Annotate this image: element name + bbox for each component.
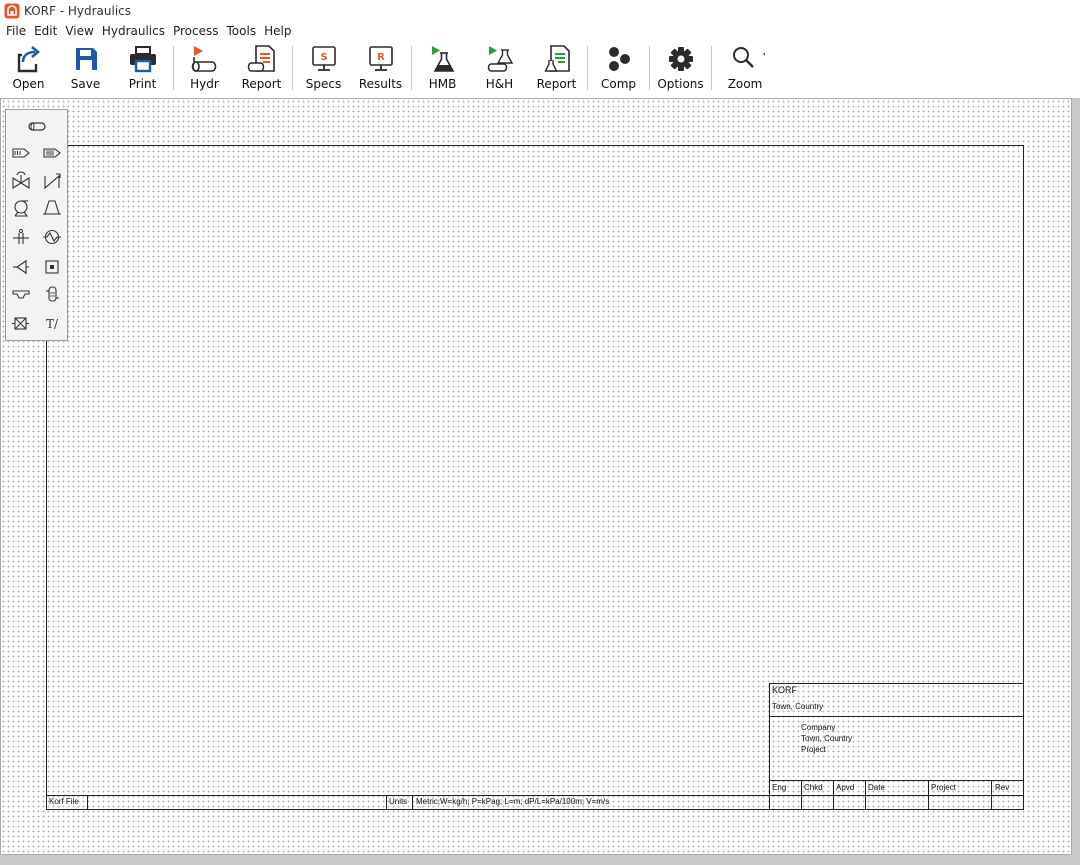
specs-icon: S	[311, 46, 336, 71]
save-icon	[75, 48, 97, 70]
client-location: Town, Country	[801, 734, 853, 743]
hydr-run-icon	[191, 46, 216, 72]
open-button[interactable]: Open	[0, 40, 57, 96]
open-label: Open	[12, 77, 45, 91]
open-icon	[17, 46, 40, 73]
units-label: Units	[389, 797, 408, 806]
hydr-label: Hydr	[190, 77, 219, 91]
zoom-magnifier-icon	[733, 47, 765, 68]
toolbar-separator	[649, 46, 650, 90]
chkd-header: Chkd	[804, 783, 823, 792]
toolbar-separator	[411, 46, 412, 90]
save-label: Save	[70, 77, 101, 91]
control-valve-icon[interactable]	[42, 171, 62, 191]
chevron-down-icon[interactable]	[763, 53, 765, 57]
menu-tools[interactable]: Tools	[223, 22, 261, 40]
process-report-button[interactable]: Report	[528, 40, 585, 96]
vertical-scroll-area[interactable]	[1072, 98, 1080, 855]
misc-equipment-icon[interactable]	[11, 313, 31, 333]
zoom-button[interactable]: Zoom	[714, 40, 776, 96]
valve-icon[interactable]	[11, 171, 31, 191]
results-icon: R	[368, 46, 393, 71]
column-icon[interactable]	[42, 284, 62, 304]
client-project: Project	[801, 745, 826, 754]
text-tool-icon[interactable]: T/	[42, 313, 62, 333]
tee-icon[interactable]	[11, 284, 31, 304]
options-button[interactable]: Options	[652, 40, 709, 96]
menu-process[interactable]: Process	[169, 22, 223, 40]
company-header-cell	[769, 683, 1024, 717]
zoom-label: Zoom	[727, 77, 763, 91]
toolbar-separator	[292, 46, 293, 90]
print-icon	[129, 46, 156, 73]
component-palette: T/	[5, 109, 68, 341]
toolbar-separator	[587, 46, 588, 90]
toolbar: Open Save Print Hydr Report S Specs R Re…	[0, 40, 1080, 96]
comp-button[interactable]: Comp	[590, 40, 647, 96]
process-report-icon	[543, 45, 570, 72]
hmb-label: HMB	[428, 77, 457, 91]
specs-letter: S	[320, 52, 327, 63]
vessel-icon[interactable]	[42, 257, 62, 277]
units-value: Metric;W=kg/h; P=kPag; L=m; dP/L=kPa/100…	[416, 797, 610, 806]
hh-run-icon	[487, 46, 513, 72]
pipe-icon[interactable]	[27, 116, 47, 136]
save-button[interactable]: Save	[57, 40, 114, 96]
menu-help[interactable]: Help	[260, 22, 295, 40]
drawing-canvas[interactable]: T/ KORF Town, Country Company Town, Coun…	[0, 98, 1072, 855]
project-header: Project	[931, 783, 956, 792]
pump-icon[interactable]	[11, 198, 31, 218]
process-report-label: Report	[536, 77, 577, 91]
specs-button[interactable]: S Specs	[295, 40, 352, 96]
menu-edit[interactable]: Edit	[30, 22, 61, 40]
product-icon[interactable]	[42, 143, 62, 163]
menu-view[interactable]: View	[61, 22, 97, 40]
components-icon	[608, 47, 630, 71]
korf-window: KORF - Hydraulics File Edit View Hydraul…	[0, 0, 1080, 865]
text-tool-label: T/	[46, 317, 59, 331]
report-icon	[247, 45, 275, 72]
hydr-button[interactable]: Hydr	[176, 40, 233, 96]
gear-icon	[668, 47, 693, 71]
company-location: Town, Country	[772, 702, 824, 711]
toolbar-separator	[711, 46, 712, 90]
company-name: KORF	[772, 685, 798, 695]
menu-bar: File Edit View Hydraulics Process Tools …	[0, 22, 295, 40]
toolbar-separator	[173, 46, 174, 90]
print-button[interactable]: Print	[114, 40, 171, 96]
korf-file-label: Korf File	[49, 797, 79, 806]
hmb-run-icon	[431, 46, 454, 72]
report-label: Report	[241, 77, 282, 91]
hmb-button[interactable]: HMB	[414, 40, 471, 96]
hh-label: H&H	[485, 77, 514, 91]
compressor-icon[interactable]	[42, 198, 62, 218]
feed-icon[interactable]	[11, 143, 31, 163]
results-label: Results	[358, 77, 403, 91]
rev-header: Rev	[995, 783, 1010, 792]
results-button[interactable]: R Results	[352, 40, 409, 96]
comp-label: Comp	[600, 77, 637, 91]
options-label: Options	[657, 77, 704, 91]
orifice-icon[interactable]	[11, 227, 31, 247]
heat-exchanger-icon[interactable]	[42, 227, 62, 247]
korf-app-icon	[4, 3, 20, 19]
menu-file[interactable]: File	[2, 22, 30, 40]
results-letter: R	[377, 52, 385, 63]
date-header: Date	[868, 783, 885, 792]
print-label: Print	[128, 77, 157, 91]
client-company: Company	[801, 723, 836, 732]
horizontal-scroll-area[interactable]	[0, 855, 1080, 865]
window-title: KORF - Hydraulics	[24, 4, 132, 18]
nozzle-icon[interactable]	[11, 257, 31, 277]
hh-button[interactable]: H&H	[471, 40, 528, 96]
title-bar: KORF - Hydraulics	[0, 0, 1080, 22]
eng-header: Eng	[772, 783, 787, 792]
specs-label: Specs	[305, 77, 342, 91]
hydraulics-report-button[interactable]: Report	[233, 40, 290, 96]
apvd-header: Apvd	[836, 783, 855, 792]
menu-hydraulics[interactable]: Hydraulics	[98, 22, 169, 40]
